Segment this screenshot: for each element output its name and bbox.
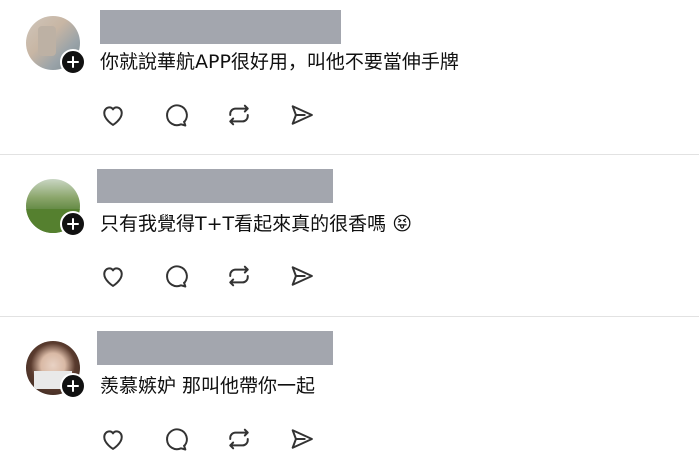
post-text: 你就說華航APP很好用，叫他不要當伸手牌 [100,51,459,73]
share-icon [291,266,313,286]
share-icon [291,429,313,449]
share-button[interactable] [287,424,317,454]
username-redacted[interactable] [97,169,333,203]
follow-plus-icon[interactable] [60,211,86,237]
comment-button[interactable] [161,261,191,291]
repost-icon [229,104,249,126]
comment-icon [166,265,188,288]
like-button[interactable] [98,261,128,291]
repost-icon [229,428,249,450]
share-icon [291,105,313,125]
comment-button[interactable] [161,424,191,454]
follow-plus-icon[interactable] [60,373,86,399]
heart-icon [103,106,123,126]
post-text: 只有我覺得T+T看起來真的很香嗎 😝 [100,211,412,237]
post-text: 羨慕嫉妒 那叫他帶你一起 [100,375,316,397]
tongue-emoji: 😝 [392,213,412,235]
comment-icon [166,428,188,451]
post-2: 只有我覺得T+T看起來真的很香嗎 😝 [0,155,699,305]
comment-icon [166,104,188,127]
post-3: 羨慕嫉妒 那叫他帶你一起 [0,317,699,467]
post-text-content: 只有我覺得T+T看起來真的很香嗎 [100,213,387,235]
post-1: 你就說華航APP很好用，叫他不要當伸手牌 [0,0,699,150]
repost-button[interactable] [224,261,254,291]
like-button[interactable] [98,424,128,454]
repost-button[interactable] [224,424,254,454]
heart-icon [103,267,123,287]
username-redacted[interactable] [97,331,333,365]
heart-icon [103,430,123,450]
repost-icon [229,265,249,287]
username-redacted[interactable] [100,10,341,44]
follow-plus-icon[interactable] [60,49,86,75]
share-button[interactable] [287,261,317,291]
like-button[interactable] [98,100,128,130]
repost-button[interactable] [224,100,254,130]
share-button[interactable] [287,100,317,130]
comment-button[interactable] [161,100,191,130]
